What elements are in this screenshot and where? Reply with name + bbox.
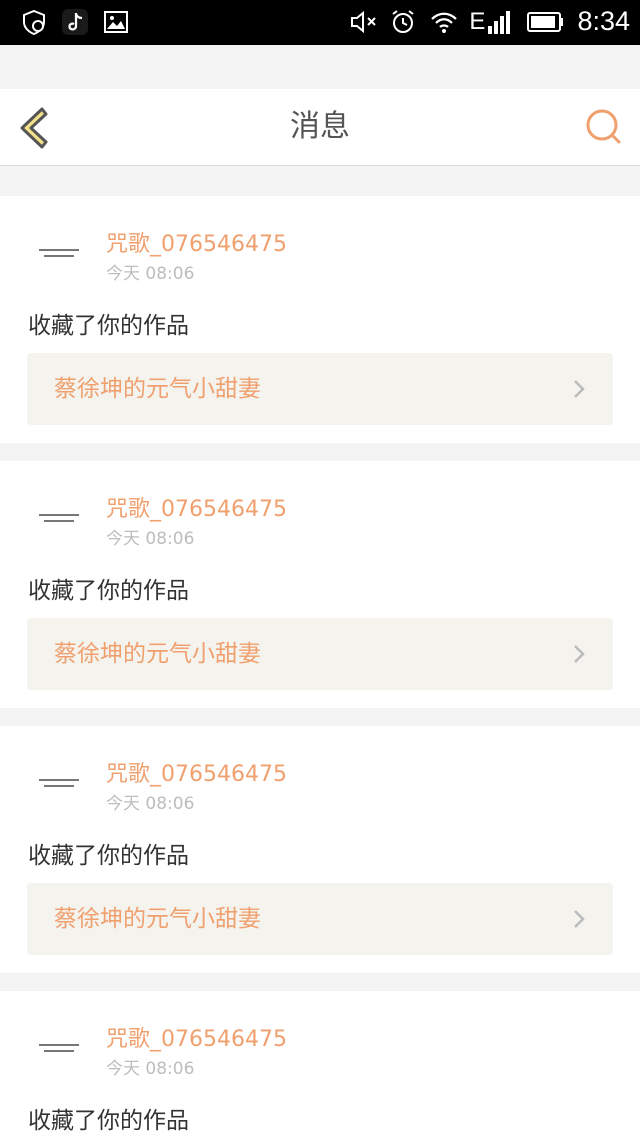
shield-icon (20, 8, 48, 36)
tiktok-icon (62, 9, 88, 35)
back-button[interactable] (14, 105, 54, 151)
image-icon (102, 8, 130, 36)
work-title: 蔡徐坤的元气小甜妻 (54, 376, 261, 402)
message-action: 收藏了你的作品 (28, 578, 189, 604)
message-username[interactable]: 咒歌_076546475 (106, 491, 287, 523)
message-action: 收藏了你的作品 (28, 313, 189, 339)
message-username[interactable]: 咒歌_076546475 (106, 756, 287, 788)
work-title: 蔡徐坤的元气小甜妻 (54, 641, 261, 667)
network-type-label: E (469, 7, 486, 35)
message-action: 收藏了你的作品 (28, 843, 189, 869)
message-card[interactable]: 咒歌_076546475 今天 08:06 收藏了你的作品 蔡徐坤的元气小甜妻 (0, 461, 640, 708)
status-time: 8:34 (577, 6, 630, 36)
message-time: 今天 08:06 (106, 794, 195, 814)
message-username[interactable]: 咒歌_076546475 (106, 226, 287, 258)
wifi-icon (429, 8, 458, 36)
nav-header: 消息 (0, 89, 640, 166)
message-time: 今天 08:06 (106, 1059, 195, 1079)
search-icon (586, 109, 621, 144)
search-button[interactable] (584, 107, 624, 147)
chevron-right-icon (574, 645, 585, 663)
work-link[interactable]: 蔡徐坤的元气小甜妻 (27, 618, 613, 690)
status-bar: E 8:34 (0, 0, 640, 45)
avatar[interactable] (30, 764, 88, 802)
status-bar-left (20, 8, 130, 36)
alarm-icon (389, 8, 417, 36)
message-time: 今天 08:06 (106, 529, 195, 549)
message-card[interactable]: 咒歌_076546475 今天 08:06 收藏了你的作品 蔡徐坤的元气小甜妻 (0, 726, 640, 973)
message-card[interactable]: 咒歌_076546475 今天 08:06 收藏了你的作品 蔡徐坤的元气小甜妻 (0, 196, 640, 443)
message-username[interactable]: 咒歌_076546475 (106, 1021, 287, 1053)
status-bar-right: E 8:34 (349, 6, 630, 37)
chevron-right-icon (574, 380, 585, 398)
work-link[interactable]: 蔡徐坤的元气小甜妻 (27, 353, 613, 425)
avatar[interactable] (30, 234, 88, 272)
message-card[interactable]: 咒歌_076546475 今天 08:06 收藏了你的作品 (0, 991, 640, 1138)
page-title: 消息 (290, 109, 350, 144)
message-time: 今天 08:06 (106, 264, 195, 284)
top-spacer (0, 45, 640, 89)
signal-icon (487, 8, 515, 36)
chevron-right-icon (574, 910, 585, 928)
avatar[interactable] (30, 1029, 88, 1067)
mute-icon (349, 8, 377, 36)
chevron-left-icon (20, 107, 48, 149)
message-action: 收藏了你的作品 (28, 1108, 189, 1134)
work-title: 蔡徐坤的元气小甜妻 (54, 906, 261, 932)
battery-icon (527, 8, 565, 36)
work-link[interactable]: 蔡徐坤的元气小甜妻 (27, 883, 613, 955)
avatar[interactable] (30, 499, 88, 537)
